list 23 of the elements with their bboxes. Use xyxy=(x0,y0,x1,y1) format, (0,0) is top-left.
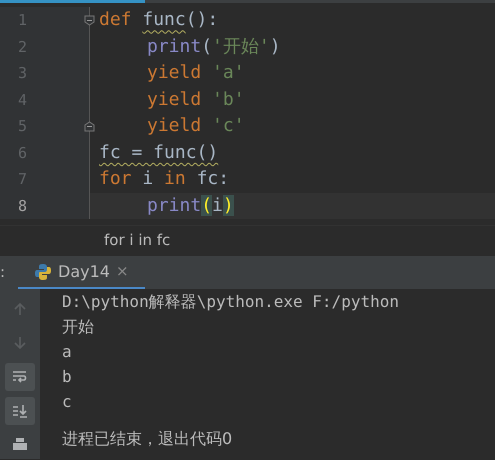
console-output-line: D:\python解释器\python.exe F:/python xyxy=(62,291,399,313)
code-line: print('开始') xyxy=(146,34,281,59)
console-output-line: b xyxy=(62,366,73,388)
soft-wrap-button[interactable] xyxy=(5,363,35,391)
fold-marker-icon[interactable] xyxy=(84,120,95,132)
code-line: print(i) xyxy=(146,194,234,218)
code-line: def func(): xyxy=(98,8,218,32)
code-line: fc = func() xyxy=(98,140,218,165)
panel-label: : xyxy=(0,262,6,284)
code-line: yield 'a' xyxy=(146,61,245,86)
console-output-line: 进程已结束，退出代码0 xyxy=(62,428,234,450)
close-icon[interactable]: × xyxy=(116,260,129,283)
line-number: 8 xyxy=(17,196,28,216)
fold-marker-icon[interactable] xyxy=(84,14,95,26)
scroll-to-end-button[interactable] xyxy=(5,397,35,425)
console-output-line: c xyxy=(62,391,73,413)
console-output-line: 开始 xyxy=(62,316,95,338)
code-line: yield 'c' xyxy=(146,114,245,138)
code-line: for i in fc: xyxy=(98,167,230,192)
code-line: yield 'b' xyxy=(146,88,245,112)
python-file-icon xyxy=(34,262,52,280)
console-output-line: a xyxy=(62,341,73,363)
scroll-to-end-icon xyxy=(11,402,29,420)
